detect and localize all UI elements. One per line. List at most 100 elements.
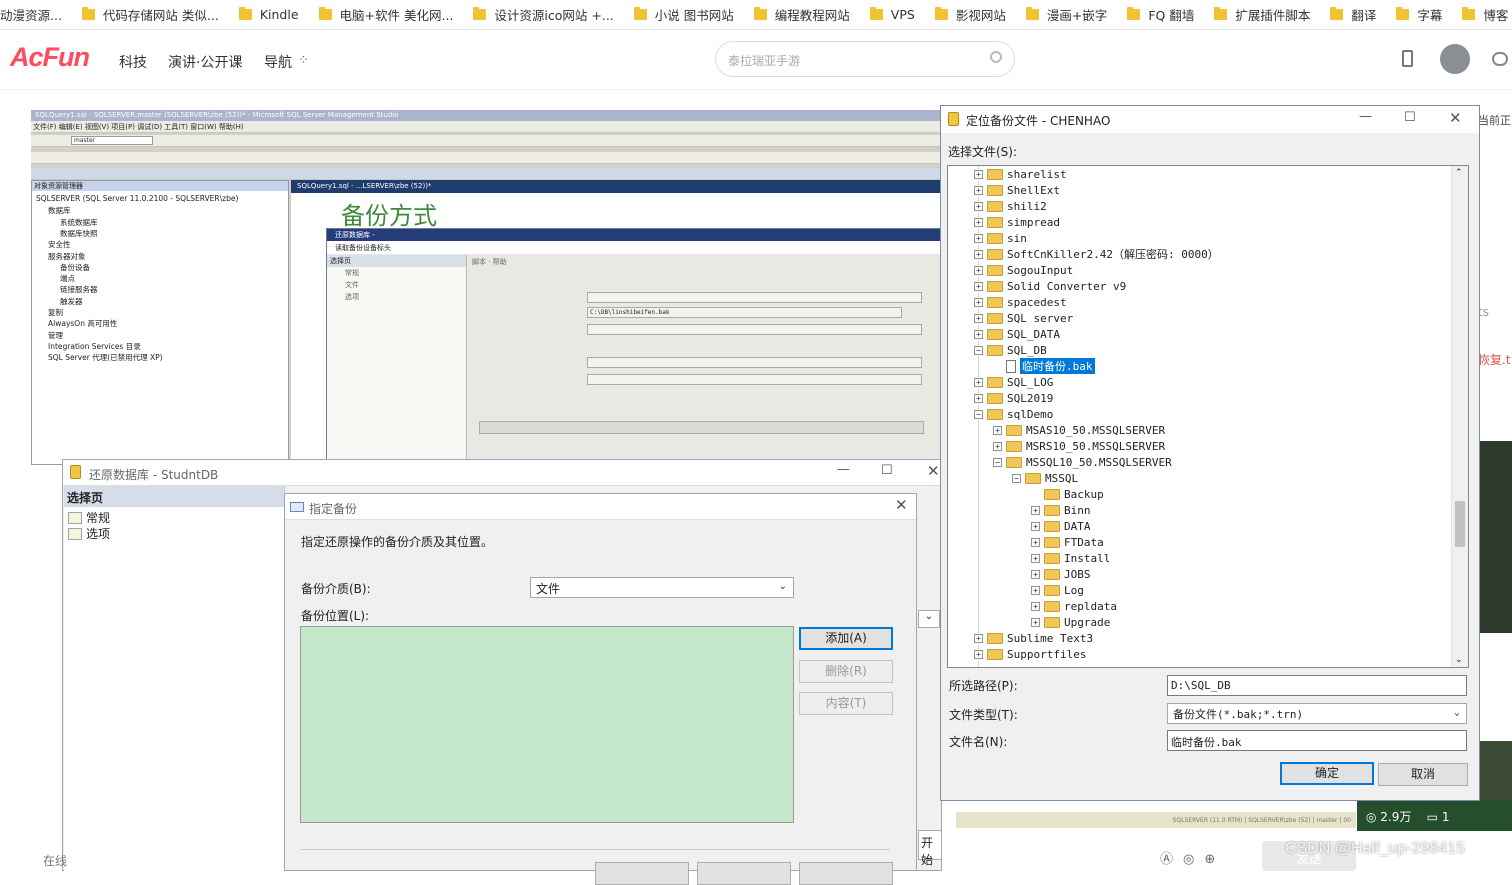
close-button[interactable]: ✕ (927, 462, 940, 480)
bookmark-item[interactable]: 电脑+软件 美化网... (318, 5, 453, 24)
minimize-button[interactable]: — (1359, 109, 1372, 124)
expand-icon[interactable]: + (1031, 569, 1040, 579)
close-button[interactable]: ✕ (1449, 109, 1462, 127)
collapse-icon[interactable]: − (993, 457, 1002, 467)
tree-node[interactable]: + SogouInput (974, 262, 1073, 278)
expand-icon[interactable]: + (1031, 617, 1040, 627)
dropdown-stub[interactable]: ⌄ (918, 610, 940, 628)
bottom-button-1[interactable] (595, 862, 689, 885)
tree-node[interactable]: + SoftCnKiller2.42（解压密码: 0000） (974, 246, 1219, 262)
add-button[interactable]: 添加(A) (799, 627, 893, 650)
expand-icon[interactable]: + (1031, 601, 1040, 611)
tree-node[interactable]: + SQL_LOG (974, 374, 1053, 390)
expand-icon[interactable]: + (1031, 585, 1040, 595)
file-name-field[interactable]: 临时备份.bak (1167, 730, 1467, 751)
tree-node[interactable]: + Upgrade (1031, 614, 1110, 630)
expand-icon[interactable]: + (974, 633, 983, 643)
expand-icon[interactable]: + (974, 377, 983, 387)
acfun-logo[interactable]: AcFun (10, 42, 90, 73)
close-button[interactable]: ✕ (895, 496, 908, 514)
bookmark-item[interactable]: 影视网站 (934, 5, 1006, 24)
tree-node[interactable]: + Log (1031, 582, 1084, 598)
tree-node[interactable]: + FTData (1031, 534, 1104, 550)
bookmark-item[interactable]: VPS (869, 7, 915, 22)
bookmark-item[interactable]: 代码存储网站 类似... (81, 5, 219, 24)
video-thumbnail[interactable] (1480, 441, 1512, 633)
bookmark-item[interactable]: 设计资源ico网站 +... (473, 5, 614, 24)
tree-scrollbar[interactable]: ⌃ ⌄ (1451, 166, 1468, 667)
tree-node[interactable]: + MSAS10_50.MSSQLSERVER (993, 422, 1165, 438)
page-general[interactable]: 常规 (68, 509, 110, 526)
expand-icon[interactable]: + (993, 425, 1002, 435)
tree-node[interactable]: − SQL_DB (974, 342, 1047, 358)
expand-icon[interactable]: + (974, 297, 983, 307)
tree-node[interactable]: + repldata (1031, 598, 1117, 614)
bookmark-item[interactable]: 漫画+嵌字 (1025, 5, 1107, 24)
expand-icon[interactable]: + (974, 649, 983, 659)
start-label[interactable]: 开始 (918, 830, 942, 867)
expand-icon[interactable]: + (974, 281, 983, 291)
bookmark-item[interactable]: 扩展插件脚本 (1214, 5, 1310, 24)
tree-node[interactable]: + shili2 (974, 198, 1047, 214)
nav-tech[interactable]: 科技 (119, 52, 147, 72)
tree-node[interactable]: + Sublime Text3 (974, 630, 1093, 646)
tree-node[interactable]: +临时备份.bak (993, 358, 1095, 374)
expand-icon[interactable]: + (1031, 537, 1040, 547)
media-select[interactable]: 文件 ⌄ (530, 577, 794, 598)
chevron-up-icon[interactable]: ⌃ (1455, 168, 1463, 178)
tree-node[interactable]: − MSSQL (1012, 470, 1078, 486)
nav-guide[interactable]: 导航 (264, 52, 292, 72)
expand-icon[interactable]: + (974, 329, 983, 339)
tree-node[interactable]: + Supportfiles (974, 646, 1086, 662)
tree-node[interactable]: + DATA (1031, 518, 1091, 534)
remove-button[interactable]: 删除(R) (799, 660, 893, 683)
expand-icon[interactable]: + (974, 313, 983, 323)
tree-node[interactable]: + sin (974, 230, 1027, 246)
bookmark-item[interactable]: 小说 图书网站 (633, 5, 734, 24)
phone-icon[interactable] (1402, 50, 1413, 67)
bookmark-item[interactable]: FQ 翻墙 (1127, 5, 1194, 24)
expand-icon[interactable]: + (974, 233, 983, 243)
tree-node[interactable]: + SQL_DATA (974, 326, 1060, 342)
expand-icon[interactable]: + (974, 201, 983, 211)
bookmark-item[interactable]: 动漫资源... (0, 5, 62, 24)
bottom-button-3[interactable] (799, 862, 893, 885)
nav-lecture[interactable]: 演讲·公开课 (168, 52, 242, 72)
collapse-icon[interactable]: − (974, 345, 983, 355)
tree-node[interactable]: + SQL server (974, 310, 1073, 326)
toolbar-icons[interactable]: Ⓐ◎⊕ (1160, 848, 1225, 867)
tree-node[interactable]: + Install (1031, 550, 1110, 566)
folder-tree[interactable]: ⌃ ⌄ + sharelist + ShellExt + shili2 + simpread +… (947, 165, 1469, 668)
collapse-icon[interactable]: − (974, 409, 983, 419)
bookmark-item[interactable]: 编程教程网站 (753, 5, 850, 24)
tree-node[interactable]: + sharelist (974, 166, 1067, 182)
tree-node[interactable]: + spacedest (974, 294, 1067, 310)
contents-button[interactable]: 内容(T) (799, 692, 893, 715)
tree-node[interactable]: + simpread (974, 214, 1060, 230)
video-thumbnail-2[interactable] (1480, 741, 1512, 801)
tree-node[interactable]: − MSSQL10_50.MSSQLSERVER (993, 454, 1172, 470)
ok-button[interactable]: 确定 (1280, 762, 1374, 785)
search-box[interactable]: 泰拉瑞亚手游 (715, 41, 1015, 77)
expand-icon[interactable]: + (974, 393, 983, 403)
tree-node[interactable]: +Backup (1031, 486, 1104, 502)
path-field[interactable]: D:\SQL_DB (1167, 675, 1467, 696)
page-options[interactable]: 选项 (68, 525, 110, 542)
backup-location-list[interactable] (300, 626, 794, 823)
expand-icon[interactable]: + (1031, 553, 1040, 563)
tree-node[interactable]: − sqlDemo (974, 406, 1053, 422)
expand-icon[interactable]: + (1031, 505, 1040, 515)
expand-icon[interactable]: + (974, 185, 983, 195)
message-icon[interactable] (1492, 52, 1508, 66)
expand-icon[interactable]: + (1031, 521, 1040, 531)
cancel-button[interactable]: 取消 (1378, 763, 1468, 786)
tree-node[interactable]: + Binn (1031, 502, 1091, 518)
tree-node[interactable]: + SQL2019 (974, 390, 1053, 406)
expand-icon[interactable]: + (993, 441, 1002, 451)
search-icon[interactable] (990, 51, 1002, 63)
bookmark-item[interactable]: 翻译 (1330, 5, 1376, 24)
type-select[interactable]: 备份文件(*.bak;*.trn) ⌄ (1167, 703, 1467, 724)
bookmark-item[interactable]: 字幕 (1396, 5, 1442, 24)
maximize-button[interactable]: ☐ (881, 463, 893, 478)
avatar[interactable] (1440, 44, 1470, 74)
